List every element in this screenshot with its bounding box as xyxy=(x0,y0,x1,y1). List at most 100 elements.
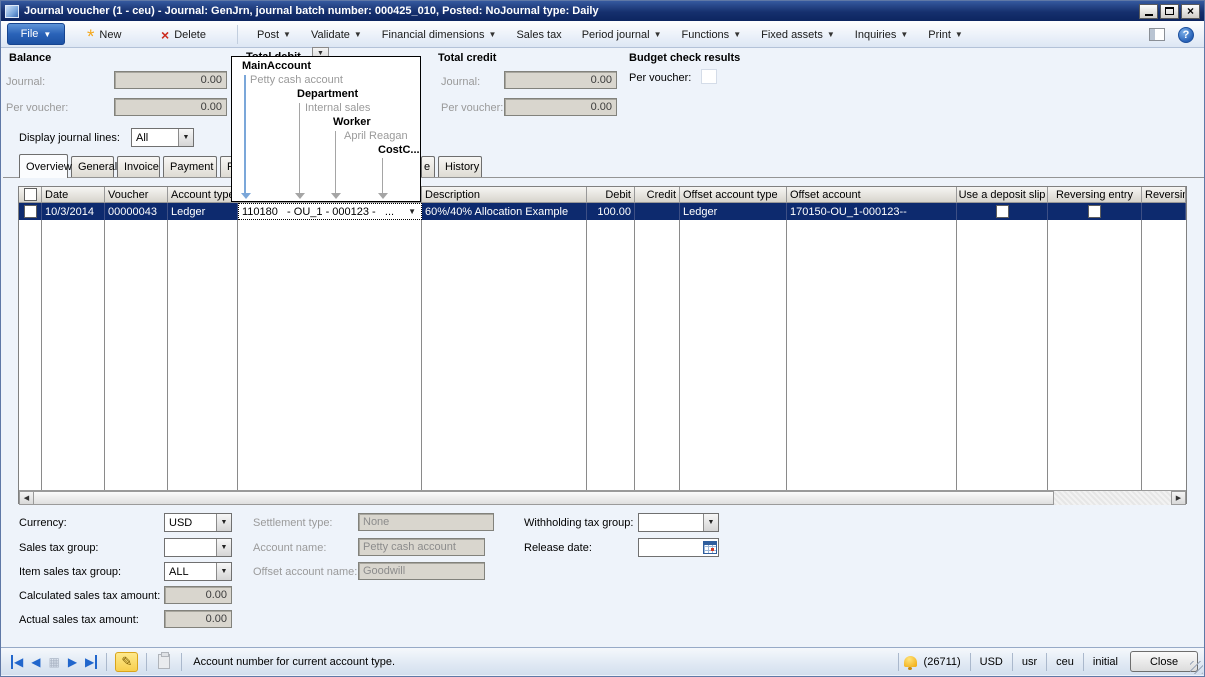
offset-account-name-label: Offset account name: xyxy=(253,566,357,578)
cell-account-type[interactable]: Ledger xyxy=(168,203,238,220)
notification-bell-icon[interactable] xyxy=(904,656,917,667)
cell-credit[interactable] xyxy=(635,203,680,220)
col-header-offset-account[interactable]: Offset account xyxy=(787,187,957,203)
status-partition[interactable]: initial xyxy=(1089,656,1122,668)
chevron-down-icon: ▼ xyxy=(827,30,835,39)
col-header-debit[interactable]: Debit xyxy=(587,187,635,203)
use-deposit-slip-checkbox[interactable] xyxy=(996,205,1009,218)
cell-description[interactable]: 60%/40% Allocation Example xyxy=(422,203,587,220)
menu-financial-dimensions[interactable]: Financial dimensions▼ xyxy=(382,29,497,41)
next-record-icon[interactable]: ▶ xyxy=(68,655,77,669)
select-all-checkbox-cell[interactable] xyxy=(19,187,42,203)
window-title: Journal voucher (1 - ceu) - Journal: Gen… xyxy=(24,5,1135,17)
balance-per-voucher-field: 0.00 xyxy=(114,98,227,116)
col-header-reversing-entry[interactable]: Reversing entry xyxy=(1048,187,1142,203)
dimension-value: April Reagan xyxy=(344,130,408,142)
grid-view-icon[interactable]: ▦ xyxy=(48,655,59,669)
dropdown-arrow-icon[interactable]: ▼ xyxy=(703,514,718,531)
withholding-tax-group-select[interactable]: ▼ xyxy=(638,513,719,532)
chevron-down-icon: ▼ xyxy=(354,30,362,39)
release-date-input[interactable] xyxy=(638,538,719,557)
tab-payment[interactable]: Payment xyxy=(163,156,217,177)
scroll-left-icon[interactable]: ◀ xyxy=(19,491,34,505)
tab-overview[interactable]: Overview xyxy=(19,154,68,178)
col-header-date[interactable]: Date xyxy=(42,187,105,203)
resize-grip[interactable] xyxy=(1190,661,1203,674)
menu-sales-tax[interactable]: Sales tax xyxy=(516,29,561,41)
scrollbar-thumb[interactable] xyxy=(34,491,1054,505)
total-credit-group-title: Total credit xyxy=(438,52,496,64)
dropdown-arrow-icon[interactable]: ▼ xyxy=(406,207,418,216)
cell-debit[interactable]: 100.00 xyxy=(587,203,635,220)
col-header-credit[interactable]: Credit xyxy=(635,187,680,203)
menu-functions[interactable]: Functions▼ xyxy=(681,29,741,41)
scroll-right-icon[interactable]: ▶ xyxy=(1171,491,1186,505)
menu-print[interactable]: Print▼ xyxy=(928,29,963,41)
display-journal-lines-select[interactable]: All ▼ xyxy=(131,128,194,147)
dropdown-arrow-icon[interactable]: ▼ xyxy=(178,129,193,146)
item-sales-tax-group-select[interactable]: ALL ▼ xyxy=(164,562,232,581)
maximize-button[interactable] xyxy=(1160,4,1179,19)
clipboard-icon[interactable] xyxy=(158,654,170,669)
menu-inquiries[interactable]: Inquiries▼ xyxy=(855,29,909,41)
scrollbar-track[interactable] xyxy=(1054,491,1171,505)
grid-empty-area xyxy=(19,220,1186,490)
tab-general[interactable]: General xyxy=(71,156,114,177)
calendar-icon[interactable] xyxy=(703,541,717,554)
cell-date[interactable]: 10/3/2014 xyxy=(42,203,105,220)
chevron-down-icon: ▼ xyxy=(733,30,741,39)
dropdown-arrow-icon[interactable]: ▼ xyxy=(216,563,231,580)
close-window-button[interactable]: × xyxy=(1181,4,1200,19)
col-header-use-deposit-slip[interactable]: Use a deposit slip xyxy=(957,187,1048,203)
status-currency[interactable]: USD xyxy=(976,656,1007,668)
status-user[interactable]: usr xyxy=(1018,656,1041,668)
dimension-name: MainAccount xyxy=(242,60,311,72)
account-name-field: Petty cash account xyxy=(358,538,485,556)
tab-history[interactable]: History xyxy=(438,156,482,177)
layout-pane-icon[interactable] xyxy=(1149,28,1165,41)
help-icon[interactable]: ? xyxy=(1178,27,1194,43)
dropdown-arrow-icon[interactable]: ▼ xyxy=(216,514,231,531)
tab-obscured-2[interactable]: e xyxy=(421,156,435,177)
cell-offset-account-type[interactable]: Ledger xyxy=(680,203,787,220)
chevron-down-icon: ▼ xyxy=(489,30,497,39)
first-record-icon[interactable]: ◀ xyxy=(11,655,23,669)
sales-tax-group-select[interactable]: ▼ xyxy=(164,538,232,557)
status-company[interactable]: ceu xyxy=(1052,656,1078,668)
col-header-account-type[interactable]: Account type xyxy=(168,187,238,203)
cell-account-input[interactable]: 110180 - OU_1 - 000123 - ... ▼ xyxy=(238,203,422,220)
col-header-voucher[interactable]: Voucher xyxy=(105,187,168,203)
menu-post[interactable]: Post▼ xyxy=(257,29,291,41)
alert-count[interactable]: (26711) xyxy=(920,656,965,668)
col-header-reversing-date[interactable]: Reversin xyxy=(1142,187,1186,203)
credit-journal-label: Journal: xyxy=(441,76,480,88)
col-header-offset-account-type[interactable]: Offset account type xyxy=(680,187,787,203)
table-row[interactable]: 10/3/2014 00000043 Ledger 110180 - OU_1 … xyxy=(19,203,1186,220)
menu-validate[interactable]: Validate▼ xyxy=(311,29,362,41)
last-record-icon[interactable]: ▶ xyxy=(85,655,97,669)
chevron-down-icon: ▼ xyxy=(955,30,963,39)
tab-invoice[interactable]: Invoice xyxy=(117,156,160,177)
previous-record-icon[interactable]: ◀ xyxy=(31,655,40,669)
dropdown-arrow-icon[interactable]: ▼ xyxy=(216,539,231,556)
toolbar-separator xyxy=(237,25,238,44)
cell-reversing-date[interactable] xyxy=(1142,203,1186,220)
edit-record-icon[interactable]: ✎ xyxy=(115,652,138,672)
minimize-button[interactable] xyxy=(1139,4,1158,19)
menu-period-journal[interactable]: Period journal▼ xyxy=(582,29,662,41)
horizontal-scrollbar[interactable]: ◀ ▶ xyxy=(19,490,1186,505)
cell-voucher[interactable]: 00000043 xyxy=(105,203,168,220)
delete-button[interactable]: × Delete xyxy=(161,21,206,48)
grid-header-row: Date Voucher Account type Description De… xyxy=(19,187,1186,203)
calculated-sales-tax-label: Calculated sales tax amount: xyxy=(19,590,160,602)
dimension-value: Petty cash account xyxy=(250,74,343,86)
currency-select[interactable]: USD ▼ xyxy=(164,513,232,532)
cell-offset-account[interactable]: 170150-OU_1-000123-- xyxy=(787,203,957,220)
close-button[interactable]: Close xyxy=(1130,651,1198,672)
new-button[interactable]: * New xyxy=(87,21,121,48)
reversing-entry-checkbox[interactable] xyxy=(1088,205,1101,218)
menu-fixed-assets[interactable]: Fixed assets▼ xyxy=(761,29,835,41)
file-menu-button[interactable]: File ▼ xyxy=(7,23,65,45)
row-checkbox[interactable] xyxy=(24,205,37,218)
col-header-description[interactable]: Description xyxy=(422,187,587,203)
